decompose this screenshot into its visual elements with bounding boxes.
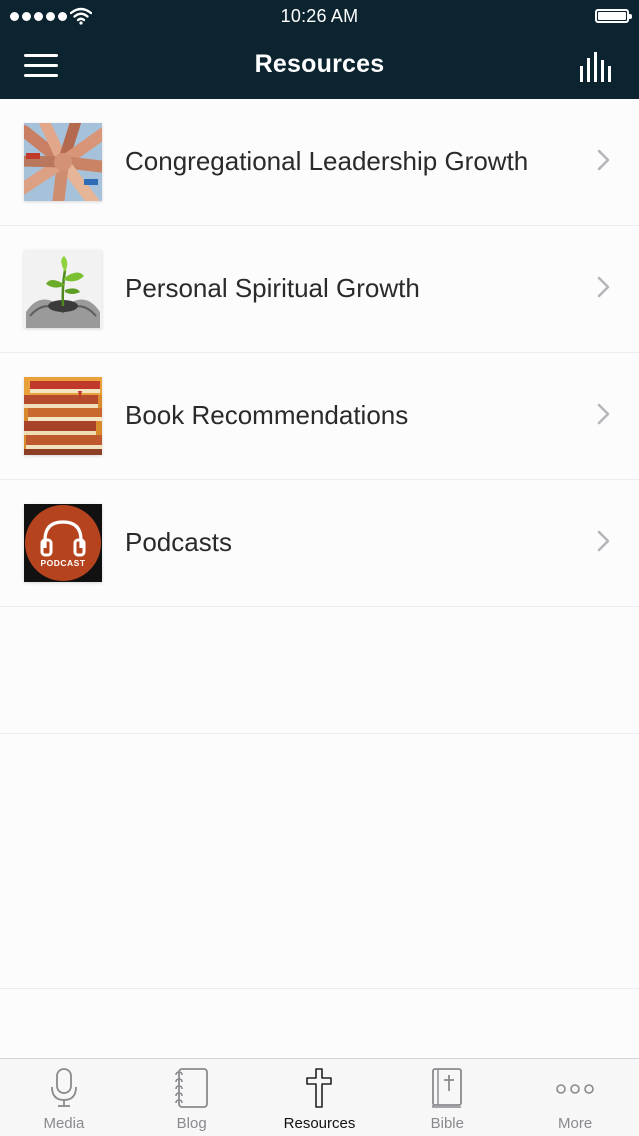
tab-label: More — [557, 1115, 593, 1132]
status-time: 10:26 AM — [280, 6, 359, 26]
resource-item-label: Podcasts — [125, 527, 232, 557]
nav-bar: Resources — [0, 34, 639, 99]
tab-label: Blog — [176, 1115, 207, 1132]
empty-list-area — [0, 734, 639, 989]
microphone-icon — [50, 1068, 77, 1107]
bible-icon — [432, 1068, 463, 1108]
resource-item-label: Book Recommendations — [125, 400, 409, 430]
resource-item-label: Congregational Leadership Growth — [125, 146, 529, 176]
sprout-in-hands-thumbnail — [24, 250, 102, 328]
hands-together-thumbnail — [24, 123, 102, 201]
empty-list-row — [0, 607, 639, 734]
podcast-headphones-thumbnail: PODCAST — [24, 504, 102, 582]
chevron-right-icon — [597, 403, 610, 425]
podcast-badge-text: PODCAST — [40, 558, 85, 568]
battery-icon — [595, 9, 632, 23]
cross-icon — [306, 1068, 333, 1108]
resource-item-congregational-leadership[interactable]: Congregational Leadership Growth — [0, 99, 639, 226]
tab-label: Resources — [283, 1115, 356, 1132]
app-header: 10:26 AM Resources — [0, 0, 639, 99]
chevron-right-icon — [597, 530, 610, 552]
tab-bible[interactable]: Bible — [383, 1059, 511, 1136]
tab-resources[interactable]: Resources — [256, 1059, 384, 1136]
page-title: Resources — [254, 50, 385, 78]
tab-media[interactable]: Media — [0, 1059, 128, 1136]
tab-more[interactable]: More — [511, 1059, 639, 1136]
resources-list: Congregational Leadership Growth Persona… — [0, 99, 639, 989]
tab-label: Bible — [430, 1115, 464, 1132]
resource-item-label: Personal Spiritual Growth — [125, 273, 420, 303]
tab-blog[interactable]: Blog — [128, 1059, 256, 1136]
tab-bar: Media Blog Resources Bible More — [0, 1058, 639, 1136]
bar-chart-icon[interactable] — [579, 52, 615, 82]
tab-label: Media — [43, 1115, 85, 1132]
notebook-icon — [174, 1068, 208, 1108]
resource-item-book-recommendations[interactable]: Book Recommendations — [0, 353, 639, 480]
resource-item-podcasts[interactable]: PODCAST Podcasts — [0, 480, 639, 607]
status-bar: 10:26 AM — [0, 0, 639, 34]
more-dots-icon — [556, 1084, 594, 1094]
chevron-right-icon — [597, 149, 610, 171]
resource-item-personal-spiritual-growth[interactable]: Personal Spiritual Growth — [0, 226, 639, 353]
chevron-right-icon — [597, 276, 610, 298]
book-stack-thumbnail — [24, 377, 102, 455]
